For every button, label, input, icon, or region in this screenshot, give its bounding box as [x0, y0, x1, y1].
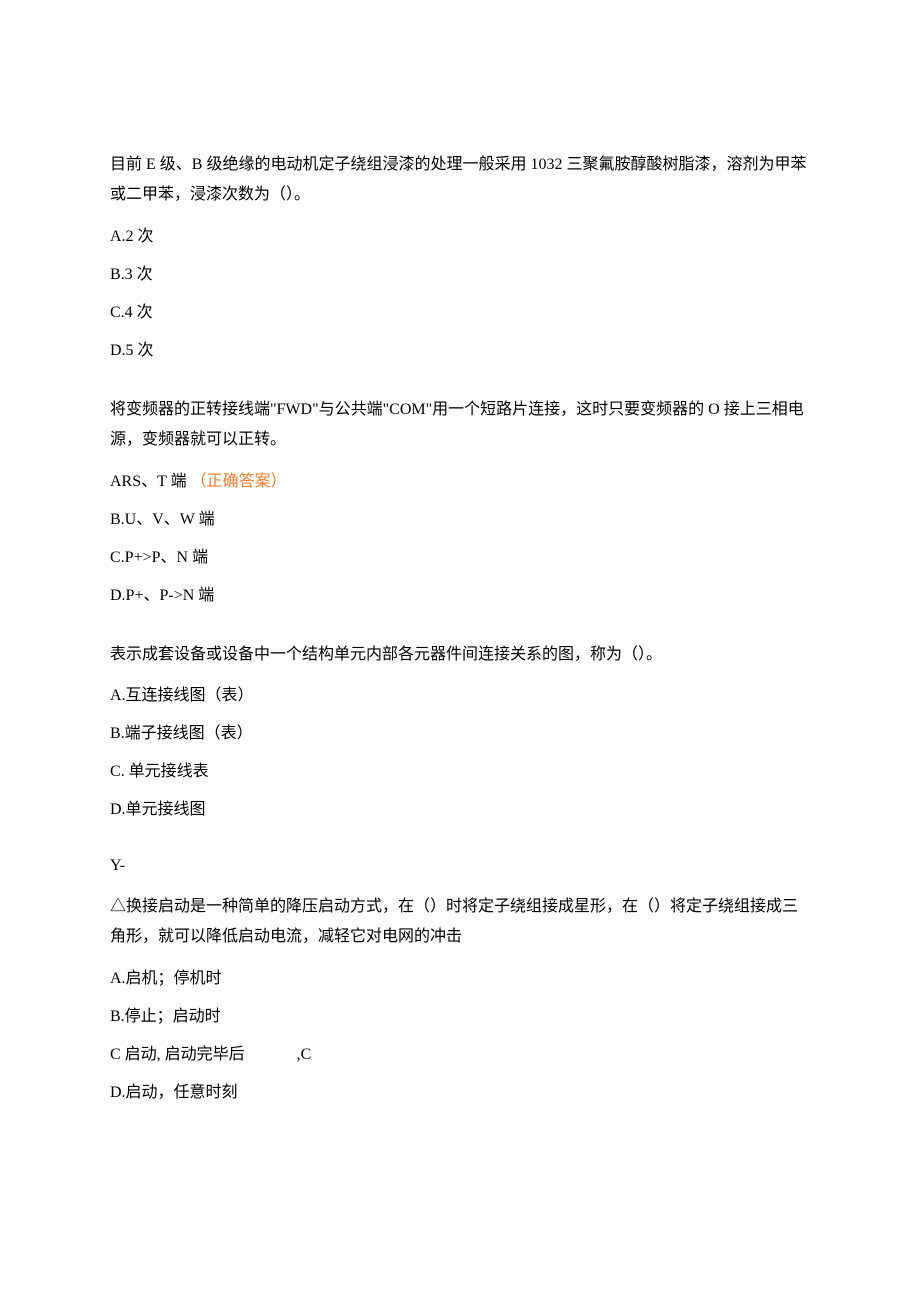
question-prefix: Y-	[110, 854, 810, 878]
option: D.单元接线图	[110, 798, 810, 822]
option: B.3 次	[110, 263, 810, 287]
option: D.启动，任意时刻	[110, 1081, 810, 1105]
option: C.4 次	[110, 301, 810, 325]
correct-answer-label: （正确答案）	[191, 473, 287, 490]
question-2: 将变频器的正转接线端"FWD"与公共端"COM"用一个短路片连接，这时只要变频器…	[110, 395, 810, 608]
question-text: 表示成套设备或设备中一个结构单元内部各元器件间连接关系的图，称为（）。	[110, 640, 810, 670]
option-text: ARS、T 端	[110, 473, 187, 490]
option: D.P+、P->N 端	[110, 584, 810, 608]
option: C.P+>P、N 端	[110, 546, 810, 570]
option: B.U、V、W 端	[110, 508, 810, 532]
option: B.停止；启动时	[110, 1005, 810, 1029]
option: A.启机；停机时	[110, 967, 810, 991]
question-text: 将变频器的正转接线端"FWD"与公共端"COM"用一个短路片连接，这时只要变频器…	[110, 395, 810, 456]
option: A.互连接线图（表）	[110, 684, 810, 708]
option: C 启动, 启动完毕后 ,C	[110, 1043, 810, 1067]
question-1: 目前 E 级、B 级绝缘的电动机定子绕组浸漆的处理一般采用 1032 三聚氟胺醇…	[110, 150, 810, 363]
question-text: △换接启动是一种简单的降压启动方式，在（）时将定子绕组接成星形，在（）将定子绕组…	[110, 892, 810, 953]
question-4: Y- △换接启动是一种简单的降压启动方式，在（）时将定子绕组接成星形，在（）将定…	[110, 854, 810, 1105]
question-3: 表示成套设备或设备中一个结构单元内部各元器件间连接关系的图，称为（）。 A.互连…	[110, 640, 810, 822]
option: B.端子接线图（表）	[110, 722, 810, 746]
option: ARS、T 端 （正确答案）	[110, 470, 810, 494]
question-text: 目前 E 级、B 级绝缘的电动机定子绕组浸漆的处理一般采用 1032 三聚氟胺醇…	[110, 150, 810, 211]
option: A.2 次	[110, 225, 810, 249]
option: C. 单元接线表	[110, 760, 810, 784]
option: D.5 次	[110, 339, 810, 363]
